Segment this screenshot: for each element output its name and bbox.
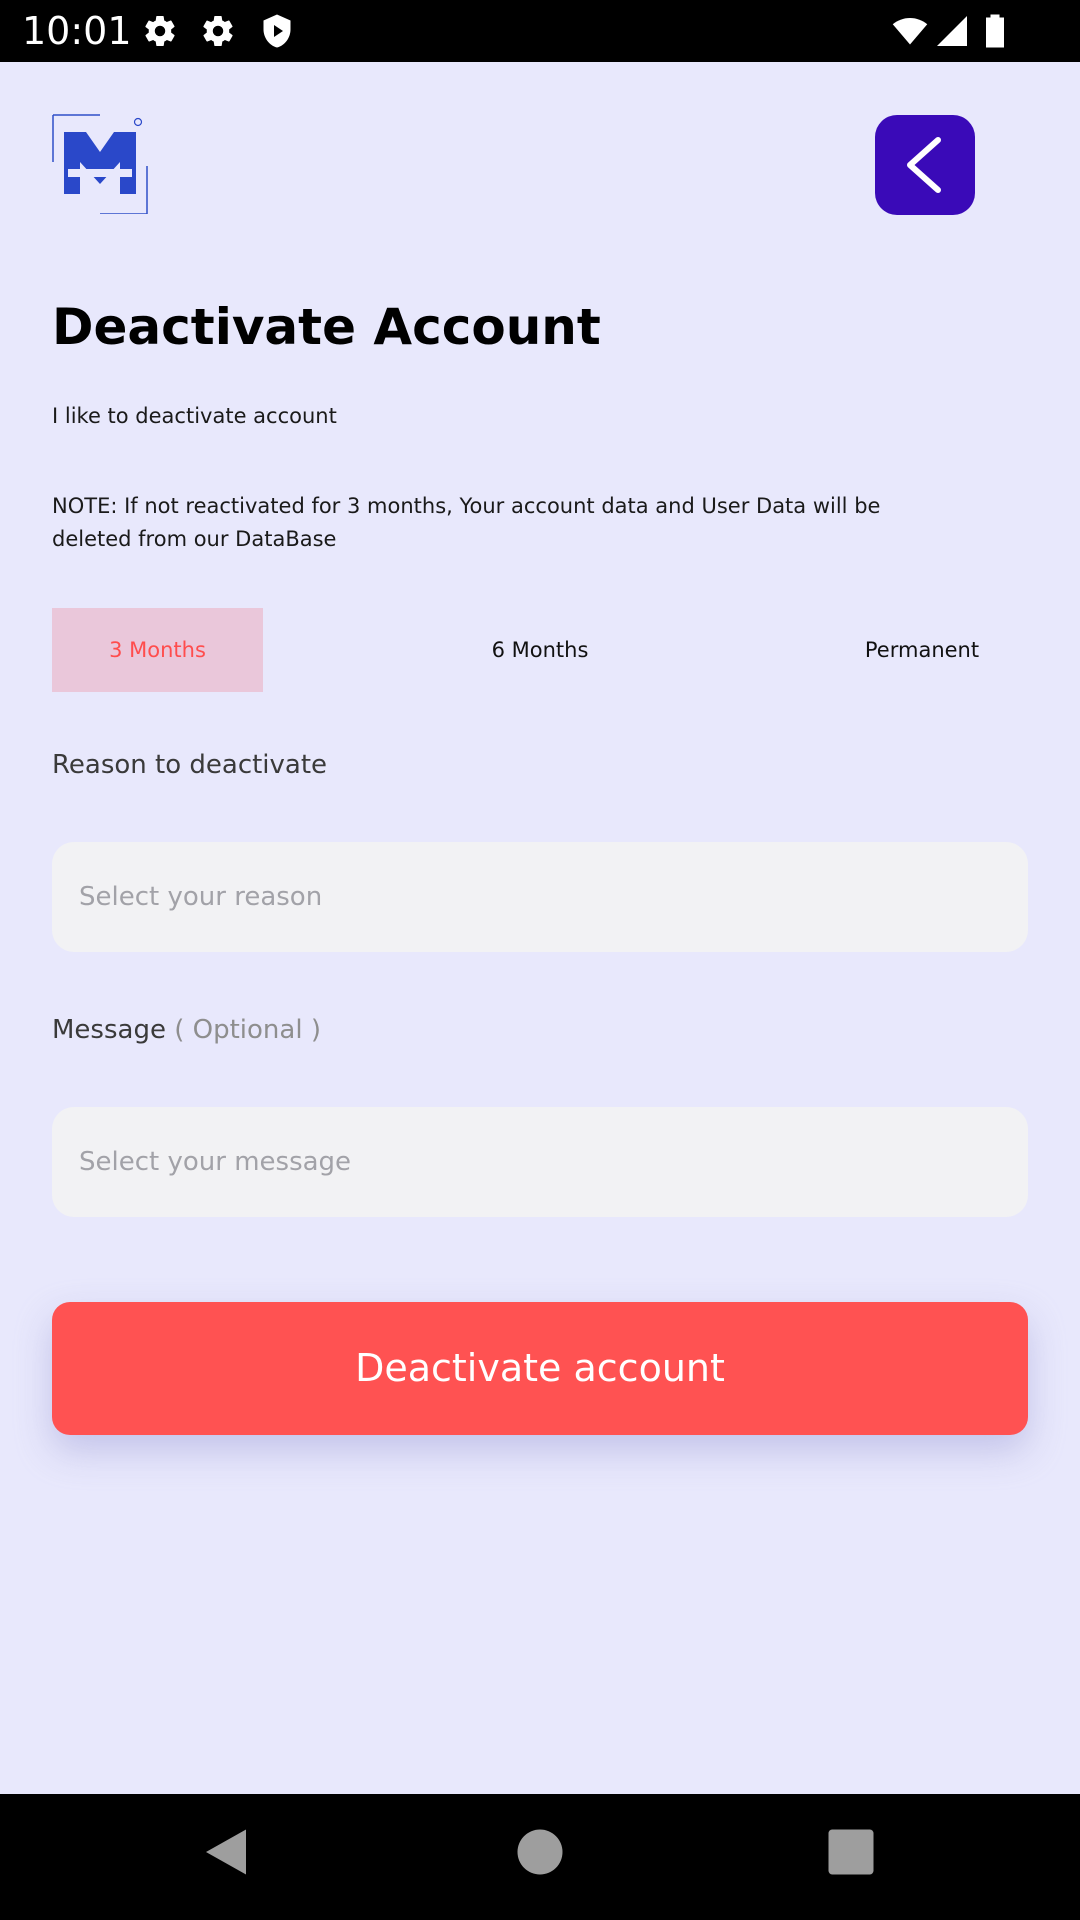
deletion-note: NOTE: If not reactivated for 3 months, Y… [52, 494, 881, 551]
period-option-permanent[interactable]: Permanent [842, 608, 1002, 692]
period-option-6-months[interactable]: 6 Months [440, 608, 640, 692]
recents-square-icon[interactable] [821, 1822, 881, 1882]
system-nav-bar [0, 1794, 1080, 1920]
home-circle-icon[interactable] [510, 1822, 570, 1882]
optional-hint: ( Optional ) [174, 1015, 321, 1045]
deactivate-account-button[interactable]: Deactivate account [52, 1302, 1028, 1435]
message-field[interactable] [52, 1107, 1028, 1217]
emagz-logo [52, 114, 148, 215]
page-subtitle: I like to deactivate account [52, 404, 337, 428]
page-title: Deactivate Account [52, 298, 601, 356]
message-label: Message ( Optional ) [52, 1015, 321, 1045]
status-time: 10:01 [22, 9, 132, 53]
battery-icon [980, 13, 1010, 49]
reason-select[interactable] [52, 842, 1028, 952]
chevron-left-icon [907, 137, 941, 193]
period-option-3-months[interactable]: 3 Months [52, 608, 263, 692]
settings-icon [200, 13, 236, 49]
message-label-text: Message [52, 1015, 166, 1045]
status-bar: 10:01 [0, 0, 1080, 62]
wifi-icon [890, 13, 930, 49]
back-triangle-icon[interactable] [196, 1822, 256, 1882]
back-button[interactable] [875, 115, 975, 215]
reason-label: Reason to deactivate [52, 750, 328, 780]
shield-play-icon [259, 13, 295, 49]
signal-icon [934, 13, 970, 49]
settings-icon [142, 13, 178, 49]
